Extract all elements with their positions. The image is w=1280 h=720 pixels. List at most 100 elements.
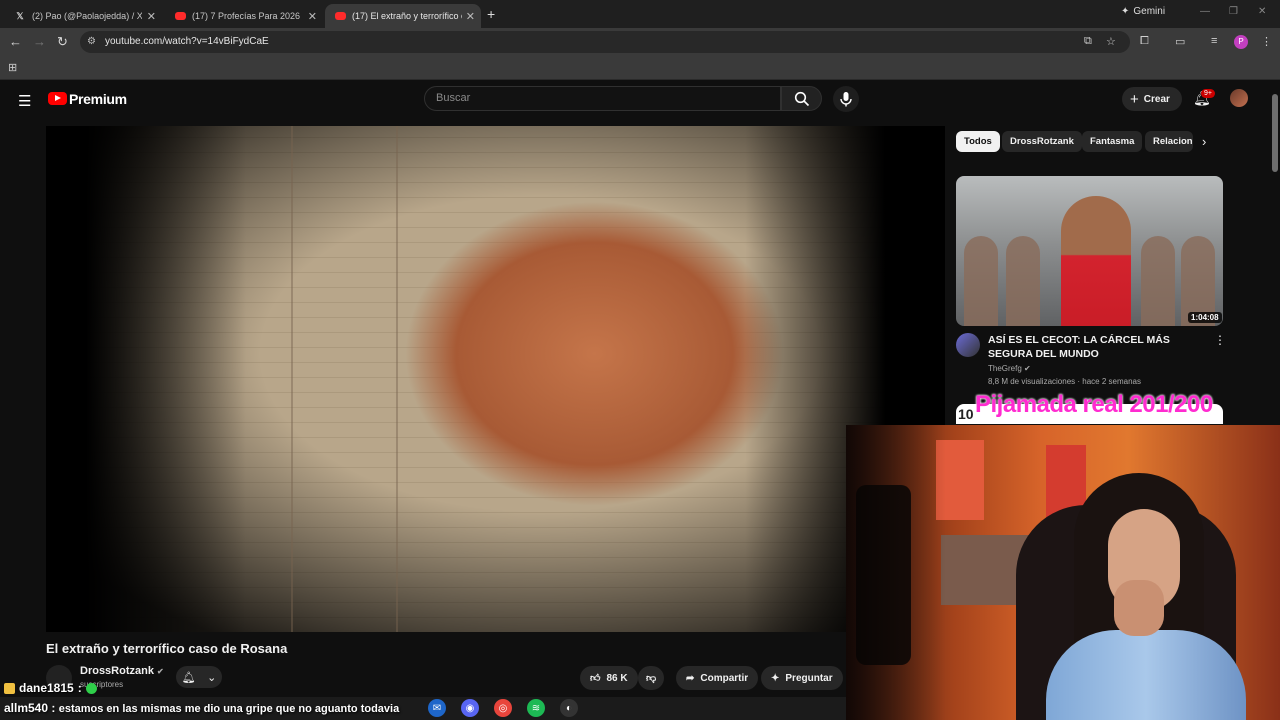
like-button[interactable]: 👍︎ 86 K bbox=[580, 666, 638, 690]
webcam-shade bbox=[846, 425, 946, 720]
thumbs-down-icon: 👎︎ bbox=[646, 673, 657, 684]
share-icon: ➦ bbox=[686, 672, 695, 684]
extensions-icon[interactable]: ⧠ bbox=[1140, 35, 1149, 48]
stream-banner: Pijamada real 201/200 bbox=[975, 391, 1213, 418]
profile-avatar[interactable]: P bbox=[1234, 35, 1248, 49]
recommended-title[interactable]: ASÍ ES EL CECOT: LA CÁRCEL MÁS SEGURA DE… bbox=[988, 333, 1208, 361]
recommended-channel[interactable]: TheGrefg ✔ bbox=[988, 364, 1031, 373]
maximize-icon[interactable]: ❐ bbox=[1229, 6, 1238, 17]
chevron-right-icon[interactable]: › bbox=[1202, 134, 1206, 149]
ask-label: Preguntar bbox=[785, 672, 833, 684]
bookmarks-bar: ⊞ bbox=[0, 56, 1280, 80]
search-box bbox=[424, 86, 781, 111]
spotify-app-icon[interactable]: ≋ bbox=[527, 699, 545, 717]
youtube-header: ☰ Premium + Crear 🔔︎ bbox=[0, 80, 1270, 120]
ask-button[interactable]: ✦ Preguntar bbox=[761, 666, 843, 690]
user-avatar[interactable] bbox=[1230, 89, 1248, 107]
page-scrollbar[interactable] bbox=[1270, 80, 1280, 425]
menu-kebab-icon[interactable]: ⋮ bbox=[1261, 35, 1272, 48]
hamburger-menu-icon[interactable]: ☰ bbox=[18, 92, 31, 110]
overlay-badge: 10 bbox=[958, 406, 974, 422]
badge-icon bbox=[4, 682, 15, 694]
verified-icon: ✔ bbox=[1024, 364, 1031, 373]
forward-icon[interactable]: → bbox=[33, 34, 46, 49]
tab-current-video[interactable]: (17) El extraño y terrorífico caso ✕ bbox=[325, 4, 481, 28]
plus-icon: + bbox=[1130, 90, 1139, 108]
channel-name[interactable]: DrossRotzank ✔ bbox=[80, 665, 164, 677]
microphone-icon bbox=[840, 92, 852, 107]
window-close-icon[interactable]: ✕ bbox=[1258, 6, 1266, 17]
back-icon[interactable]: ← bbox=[9, 34, 22, 49]
close-icon[interactable]: ✕ bbox=[466, 10, 475, 23]
sparkle-icon: ✦ bbox=[771, 672, 780, 684]
sparkle-icon: ✦ bbox=[1121, 6, 1130, 17]
reload-icon[interactable]: ↻ bbox=[57, 34, 68, 50]
chip-fantasma[interactable]: Fantasma bbox=[1082, 131, 1143, 152]
address-bar[interactable]: ⚙ youtube.com/watch?v=14vBiFydCaE bbox=[80, 31, 1130, 53]
youtube-icon bbox=[335, 12, 346, 20]
discord-app-icon[interactable]: ◉ bbox=[461, 699, 479, 717]
chip-relacion[interactable]: Relacion bbox=[1145, 131, 1193, 152]
tab-label: (2) Pao (@Paolaojedda) / X bbox=[32, 11, 142, 21]
tab-label: (17) El extraño y terrorífico caso bbox=[352, 11, 462, 21]
chat-message: allm540 : estamos en las mismas me dio u… bbox=[4, 701, 399, 715]
subscription-bell-button[interactable]: 🔔︎ ⌄ bbox=[176, 666, 222, 688]
thumbnail-person bbox=[1061, 196, 1131, 326]
chat-username: dane1815 bbox=[19, 681, 74, 695]
tab-twitter[interactable]: 𝕏 (2) Pao (@Paolaojedda) / X ✕ bbox=[4, 4, 162, 28]
minimize-icon[interactable]: — bbox=[1200, 6, 1210, 17]
paper-rule-line bbox=[291, 126, 293, 632]
chat-username: allm540 bbox=[4, 701, 49, 715]
youtube-brand[interactable]: Premium bbox=[69, 91, 127, 107]
apps-grid-icon[interactable]: ⊞ bbox=[8, 61, 17, 74]
like-count: 86 K bbox=[606, 672, 628, 684]
voice-search-button[interactable] bbox=[833, 86, 859, 112]
share-button[interactable]: ➦ Compartir bbox=[676, 666, 759, 690]
tab-label: (17) 7 Profecías Para 2026 - You bbox=[192, 11, 302, 21]
recommended-channel-avatar[interactable] bbox=[956, 333, 980, 357]
chevron-down-icon: ⌄ bbox=[207, 671, 217, 684]
streamer-shirt bbox=[1046, 630, 1246, 720]
recommended-channel-name[interactable]: TheGrefg bbox=[988, 364, 1022, 373]
cast-icon[interactable]: ▭ bbox=[1175, 35, 1185, 48]
thumbs-up-icon: 👍︎ bbox=[590, 673, 601, 684]
reading-list-icon[interactable]: ≡ bbox=[1211, 35, 1217, 47]
bell-icon: 🔔︎ bbox=[181, 671, 196, 684]
emote-icon bbox=[85, 682, 97, 694]
site-info-icon[interactable]: ⚙ bbox=[87, 36, 96, 47]
notifications-badge: 9+ bbox=[1201, 89, 1215, 98]
tab-profecias[interactable]: (17) 7 Profecías Para 2026 - You ✕ bbox=[165, 4, 323, 28]
x-logo-icon: 𝕏 bbox=[16, 10, 24, 21]
bookmark-star-icon[interactable]: ☆ bbox=[1106, 35, 1116, 48]
streamer-hand bbox=[1114, 580, 1164, 636]
youtube-icon bbox=[175, 12, 186, 20]
install-app-icon[interactable]: ⧉ bbox=[1084, 35, 1092, 48]
chat-message: dane1815 : bbox=[4, 681, 97, 695]
scrollbar-thumb[interactable] bbox=[1272, 94, 1278, 172]
mail-app-icon[interactable]: ✉ bbox=[428, 699, 446, 717]
paper-rule-line bbox=[396, 126, 398, 632]
search-icon bbox=[794, 91, 810, 107]
chrome-app-icon[interactable]: ◎ bbox=[494, 699, 512, 717]
obs-app-icon[interactable]: ◐ bbox=[560, 699, 578, 717]
chip-todos[interactable]: Todos bbox=[956, 131, 1000, 152]
recommended-thumbnail[interactable] bbox=[956, 176, 1223, 326]
youtube-logo-icon[interactable] bbox=[48, 92, 67, 105]
video-duration: 1:04:08 bbox=[1188, 312, 1222, 323]
create-label: Crear bbox=[1143, 93, 1170, 105]
channel-name-text[interactable]: DrossRotzank bbox=[80, 665, 154, 677]
chip-drossrotzank[interactable]: DrossRotzank bbox=[1002, 131, 1082, 152]
new-tab-button[interactable]: + bbox=[487, 6, 495, 22]
close-icon[interactable]: ✕ bbox=[308, 10, 317, 23]
close-icon[interactable]: ✕ bbox=[147, 10, 156, 23]
dislike-button[interactable]: 👎︎ bbox=[638, 666, 665, 690]
search-button[interactable] bbox=[781, 86, 822, 111]
more-options-icon[interactable]: ⋮ bbox=[1214, 333, 1226, 347]
search-input[interactable] bbox=[434, 91, 764, 105]
share-label: Compartir bbox=[700, 672, 749, 684]
video-title: El extraño y terrorífico caso de Rosana bbox=[46, 641, 288, 656]
recommended-meta: 8,8 M de visualizaciones · hace 2 semana… bbox=[988, 377, 1141, 386]
url-text[interactable]: youtube.com/watch?v=14vBiFydCaE bbox=[105, 36, 269, 47]
gemini-button[interactable]: ✦ Gemini bbox=[1121, 6, 1165, 17]
create-button[interactable]: + Crear bbox=[1122, 87, 1182, 111]
